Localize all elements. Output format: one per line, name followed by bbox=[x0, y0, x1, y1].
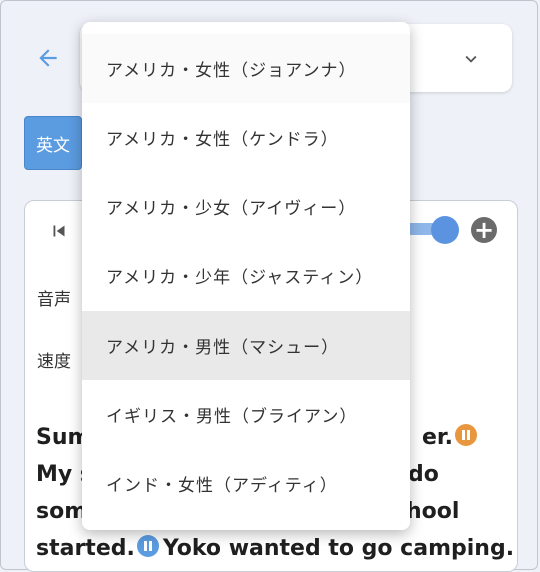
passage-line3-start: som bbox=[36, 499, 88, 524]
voice-option[interactable]: イギリス・男性（ブライアン） bbox=[82, 380, 410, 449]
passage-line4-end: Yoko wanted to go camping. bbox=[162, 536, 515, 561]
plus-circle-icon[interactable]: + bbox=[471, 217, 497, 243]
speed-label: 速度 bbox=[37, 352, 71, 372]
voice-option[interactable]: インド・女性（アディティ） bbox=[82, 449, 410, 518]
skip-previous-icon bbox=[53, 225, 65, 237]
pause-marker-icon[interactable] bbox=[455, 424, 477, 446]
voice-option[interactable]: アメリカ・女性（ジョアンナ） bbox=[82, 34, 410, 103]
arrow-left-icon bbox=[39, 49, 57, 67]
passage-line1-end: er. bbox=[422, 425, 453, 450]
voice-option[interactable]: アメリカ・少年（ジャスティン） bbox=[82, 241, 410, 310]
voice-option-selected[interactable]: アメリカ・男性（マシュー） bbox=[82, 311, 410, 380]
passage-line-4: started. Yoko wanted to go camping. bbox=[36, 530, 516, 567]
slider-knob[interactable] bbox=[431, 216, 459, 244]
skip-previous-button[interactable] bbox=[45, 217, 73, 245]
voice-option[interactable]: アメリカ・女性（ケンドラ） bbox=[82, 103, 410, 172]
back-button[interactable] bbox=[34, 44, 62, 72]
passage-line4-start: started. bbox=[36, 536, 135, 561]
chevron-down-icon[interactable] bbox=[460, 48, 482, 74]
voice-dropdown-menu: アメリカ・女性（ジョアンナ） アメリカ・女性（ケンドラ） アメリカ・少女（アイヴ… bbox=[82, 22, 410, 530]
passage-line3-end: hool bbox=[406, 499, 460, 524]
language-button[interactable]: 英文 bbox=[24, 116, 82, 170]
passage-line2-end: do bbox=[408, 462, 439, 487]
voice-label: 音声 bbox=[37, 290, 71, 310]
pause-marker-icon[interactable] bbox=[136, 535, 159, 557]
voice-option[interactable]: アメリカ・少女（アイヴィー） bbox=[82, 172, 410, 241]
